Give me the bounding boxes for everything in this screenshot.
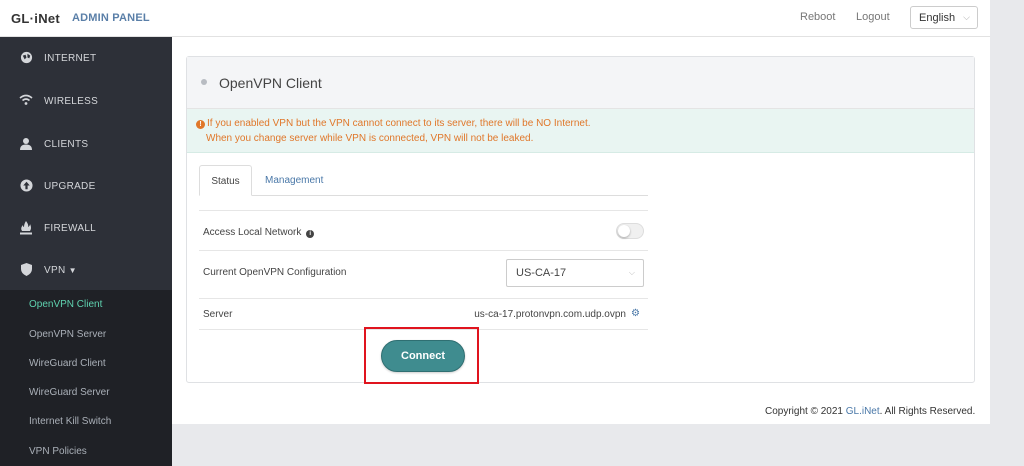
access-local-network-row: Access Local Network i [199, 210, 648, 254]
sidebar-item-label: FIREWALL [44, 223, 97, 234]
current-config-label: Current OpenVPN Configuration [203, 267, 347, 278]
sidebar-item-label: CLIENTS [44, 139, 89, 150]
upgrade-icon [19, 179, 33, 193]
gear-icon[interactable]: ⚙ [631, 308, 640, 319]
warning-line-2: When you change server while VPN is conn… [206, 133, 534, 144]
warning-icon: ! [196, 120, 205, 129]
card-header: OpenVPN Client [187, 57, 974, 109]
caret-down-icon: ▼ [68, 266, 77, 275]
sidebar-item-label: UPGRADE [44, 181, 96, 192]
sidebar-item-clients[interactable]: CLIENTS [0, 123, 172, 165]
tab-management[interactable]: Management [265, 165, 323, 196]
fire-icon [19, 221, 33, 235]
logout-link[interactable]: Logout [856, 11, 890, 23]
toggle-knob [618, 225, 630, 237]
language-value: English [919, 12, 956, 24]
shield-icon [19, 263, 33, 277]
server-row: Server us-ca-17.protonvpn.com.udp.ovpn ⚙ [199, 298, 648, 330]
sidebar-item-vpn[interactable]: VPN ▼ [0, 249, 172, 291]
sidebar-item-wireless[interactable]: WIRELESS [0, 80, 172, 122]
sidebar-item-label: WIRELESS [44, 96, 99, 107]
warning-banner: ! If you enabled VPN but the VPN cannot c… [187, 109, 974, 153]
chevron-down-icon: ⌵ [628, 268, 635, 277]
submenu-openvpn-client[interactable]: OpenVPN Client [29, 299, 102, 310]
config-select-value: US-CA-17 [516, 267, 567, 279]
warning-line-1: ! If you enabled VPN but the VPN cannot c… [196, 118, 591, 129]
sidebar-item-firewall[interactable]: FIREWALL [0, 207, 172, 249]
submenu-internet-kill-switch[interactable]: Internet Kill Switch [29, 416, 111, 427]
tab-status[interactable]: Status [199, 165, 252, 196]
reboot-link[interactable]: Reboot [800, 11, 835, 23]
footer-copyright: Copyright © 2021 GL.iNet. All Rights Res… [765, 406, 976, 417]
vpn-submenu: OpenVPN Client OpenVPN Server WireGuard … [0, 290, 172, 466]
wifi-icon [19, 94, 33, 108]
submenu-wireguard-server[interactable]: WireGuard Server [29, 387, 110, 398]
submenu-vpn-policies[interactable]: VPN Policies [29, 446, 87, 457]
chevron-down-icon: ⌵ [963, 12, 970, 22]
logo: GL·iNet [11, 11, 61, 26]
globe-icon [19, 51, 33, 65]
sidebar: INTERNET WIRELESS CLIENTS UPGRADE FIREWA… [0, 37, 172, 466]
server-value: us-ca-17.protonvpn.com.udp.ovpn [474, 309, 626, 320]
sidebar-item-label: VPN ▼ [44, 265, 77, 276]
bullet-icon [201, 79, 207, 85]
user-icon [19, 137, 33, 151]
tab-bar: Status Management [199, 165, 648, 196]
access-local-network-toggle[interactable] [616, 223, 644, 239]
sidebar-item-upgrade[interactable]: UPGRADE [0, 165, 172, 207]
connect-button[interactable]: Connect [381, 340, 465, 372]
server-label: Server [203, 309, 233, 320]
page-title: OpenVPN Client [219, 75, 322, 91]
submenu-openvpn-server[interactable]: OpenVPN Server [29, 329, 106, 340]
sidebar-item-internet[interactable]: INTERNET [0, 37, 172, 79]
language-select[interactable]: English ⌵ [910, 6, 978, 29]
admin-panel-title: ADMIN PANEL [72, 12, 150, 24]
footer-brand-link[interactable]: GL.iNet [846, 406, 880, 417]
info-icon[interactable]: i [306, 230, 315, 238]
sidebar-item-label: INTERNET [44, 53, 97, 64]
submenu-wireguard-client[interactable]: WireGuard Client [29, 358, 106, 369]
config-select[interactable]: US-CA-17 ⌵ [506, 259, 644, 287]
access-local-network-label: Access Local Network i [203, 227, 315, 238]
top-header: GL·iNet ADMIN PANEL Reboot Logout Englis… [0, 0, 990, 37]
current-config-row: Current OpenVPN Configuration US-CA-17 ⌵ [199, 250, 648, 294]
